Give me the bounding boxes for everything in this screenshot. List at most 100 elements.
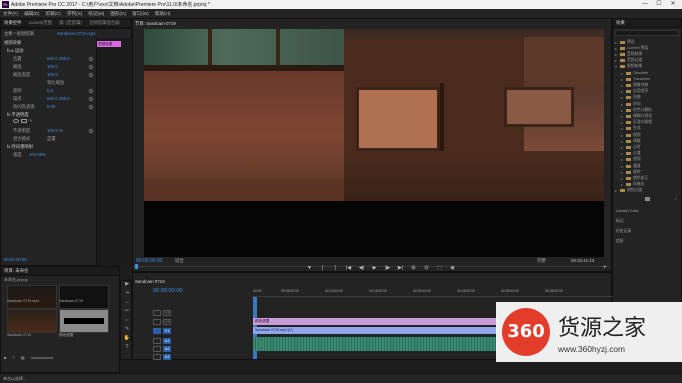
effects-tree-item[interactable]: ▸ 图像控制 [613, 82, 648, 88]
effects-tree-item[interactable]: ▸ 视频过渡 [613, 188, 642, 194]
effects-tree-item[interactable]: ▸ 模糊与锐化 [613, 113, 652, 119]
effect-row[interactable]: 旋转 0.0 [1, 87, 96, 94]
effect-row[interactable]: 混合模式 正常 [1, 135, 96, 142]
rectangle-mask-icon[interactable] [21, 119, 27, 123]
effects-tree-item[interactable]: ▸ 键控 [613, 169, 641, 175]
go-to-out-button[interactable]: ▶| [394, 265, 407, 271]
reset-icon[interactable] [89, 88, 93, 93]
zoom-slider[interactable] [30, 357, 53, 359]
reset-icon[interactable] [89, 128, 93, 133]
project-thumb[interactable] [7, 309, 57, 333]
effect-row[interactable]: 锚点 640.0 360.0 [1, 95, 96, 102]
playhead-icon[interactable] [135, 264, 138, 269]
effects-tree-item[interactable]: ▸ 透视 [613, 157, 641, 163]
tab-program[interactable]: 节目: Sandcam 0719 [135, 19, 176, 28]
effects-tree-item[interactable]: ▸ 预设 [613, 39, 635, 45]
effects-tree-item[interactable]: ▸ 生成 [613, 126, 641, 132]
effects-tree-item[interactable]: ▸ 调整 [613, 138, 641, 144]
lift-button[interactable]: ⊞ [407, 265, 420, 271]
menu-window[interactable]: 窗口(W) [132, 11, 149, 17]
clip-video[interactable]: Sandcam 0719.mp4 [V] [253, 327, 497, 334]
timeline-ruler[interactable]: 00:00 00:05:00:00 00:10:00:00 00:15:00:0… [251, 289, 613, 297]
tab-effect-controls[interactable]: 效果控件 [4, 20, 22, 26]
menu-graphics[interactable]: 图形(G) [110, 11, 126, 17]
project-thumb[interactable] [59, 285, 109, 309]
effects-tree-item[interactable]: ▸ 实用程序 [613, 89, 648, 95]
effects-tree-item[interactable]: ▸ 视频 [613, 132, 641, 138]
opacity-effect-label[interactable]: fx 不透明度 [1, 111, 96, 118]
effects-tree-item[interactable]: ▸ 风格化 [613, 182, 644, 188]
section-history[interactable]: 历史记录 [616, 229, 631, 234]
menu-help[interactable]: 帮助(H) [155, 11, 171, 17]
reset-icon[interactable] [89, 56, 93, 61]
effects-tree-item[interactable]: ▸ 杂色与颗粒 [613, 107, 652, 113]
menu-edit[interactable]: 编辑(E) [24, 11, 39, 17]
export-frame-button[interactable]: ⬚ [433, 265, 446, 271]
tab-timeline[interactable]: Sandcam 0719 [135, 279, 165, 284]
effects-tree-item[interactable]: ▸ 沉浸式视频 [613, 120, 652, 126]
effect-clip-label[interactable]: Sandcam 0719 mp4 [57, 31, 95, 36]
go-to-in-button[interactable]: |◀ [342, 265, 355, 271]
tab-audio-mixer[interactable]: 音频剪辑混合器 [89, 20, 120, 26]
effects-tree-item[interactable]: ▸ 时间 [613, 101, 641, 107]
project-thumb[interactable] [7, 285, 57, 309]
lock-icon[interactable]: ■ [4, 355, 6, 360]
new-bin-icon[interactable] [645, 197, 650, 201]
effects-tree-item[interactable]: ▸ 通道 [613, 163, 641, 169]
maximize-button[interactable]: ☐ [652, 0, 666, 9]
minimize-button[interactable]: — [638, 0, 652, 9]
effects-tree-item[interactable]: ▸ Transform [613, 76, 650, 82]
effects-tree-item[interactable]: ▸ 过渡 [613, 151, 641, 157]
mark-in-button[interactable]: { [316, 265, 329, 271]
add-marker-button[interactable]: ▼ [303, 265, 316, 271]
effect-row[interactable]: 缩放宽度 100.0 [1, 71, 96, 78]
effect-timeline[interactable] [96, 38, 132, 266]
mark-out-button[interactable]: } [329, 265, 342, 271]
effects-tree-item[interactable]: ▸ 音频过渡 [613, 58, 642, 64]
step-forward-button[interactable]: |▶ [381, 265, 394, 271]
section-lumetri[interactable]: Lumetri Color [616, 209, 639, 213]
video-frame[interactable] [144, 29, 604, 257]
motion-effect-label[interactable]: fx ▸ 运动 [7, 48, 23, 54]
timeline-timecode[interactable]: 00:00:00:00 [153, 288, 183, 294]
effects-tree-item[interactable]: ▸ 音频效果 [613, 51, 642, 57]
effects-tree-item[interactable]: ▸ 颜色校正 [613, 175, 648, 181]
effect-row[interactable]: 位置 640.0 360.0 [1, 55, 96, 62]
program-timecode-current[interactable]: 00:00:00:00 [136, 258, 162, 264]
tab-source[interactable]: 源: (无剪辑) [59, 20, 82, 26]
camera-icon[interactable]: ◉ [446, 265, 459, 271]
effects-search-input[interactable] [615, 30, 679, 36]
add-button[interactable]: + [603, 265, 607, 271]
reset-icon[interactable] [89, 96, 93, 101]
reset-icon[interactable] [89, 104, 93, 109]
effect-timeline-clip[interactable]: 视频效果 [97, 41, 121, 47]
menu-marker[interactable]: 标记(M) [88, 11, 104, 17]
list-view-icon[interactable]: ≡ [12, 355, 14, 360]
tab-lumetri-scopes[interactable]: Lumetri范围 [29, 20, 52, 26]
trash-icon[interactable]: ▪ [675, 197, 679, 201]
effects-tree-item[interactable]: ▸ 扭曲 [613, 95, 641, 101]
effects-tree-item[interactable]: ▸ 过时 [613, 144, 641, 150]
project-thumb[interactable] [59, 309, 109, 333]
effect-row[interactable]: 缩放 100.0 [1, 63, 96, 70]
uniform-scale-checkbox[interactable]: 等比缩放 [1, 79, 96, 86]
icon-view-icon[interactable]: ▦ [21, 355, 25, 360]
effect-row[interactable]: 不透明度 100.0 % [1, 127, 96, 134]
menu-clip[interactable]: 剪辑(C) [45, 11, 61, 17]
section-info[interactable]: 信息 [616, 239, 624, 244]
quality-select[interactable]: 完整 [537, 258, 546, 264]
play-button[interactable]: ▶ [368, 265, 381, 271]
effects-tree-item[interactable]: ▸ Lumetri 预设 [613, 45, 648, 51]
extract-button[interactable]: ⊟ [420, 265, 433, 271]
effect-timecode[interactable]: 00:00:00:00 [4, 257, 27, 262]
reset-icon[interactable] [89, 72, 93, 77]
pen-mask-icon[interactable]: ✎ [29, 119, 35, 123]
clip-audio[interactable] [253, 337, 497, 351]
reset-icon[interactable] [89, 64, 93, 69]
zoom-select[interactable]: 适合 [175, 258, 184, 264]
section-markers[interactable]: 标记 [616, 219, 624, 224]
time-remap-label[interactable]: fx 时间重映射 [1, 143, 96, 150]
close-button[interactable]: ✕ [666, 0, 680, 9]
ellipse-mask-icon[interactable] [13, 119, 19, 123]
clip-color-matte[interactable]: 颜色遮罩 [253, 318, 497, 325]
